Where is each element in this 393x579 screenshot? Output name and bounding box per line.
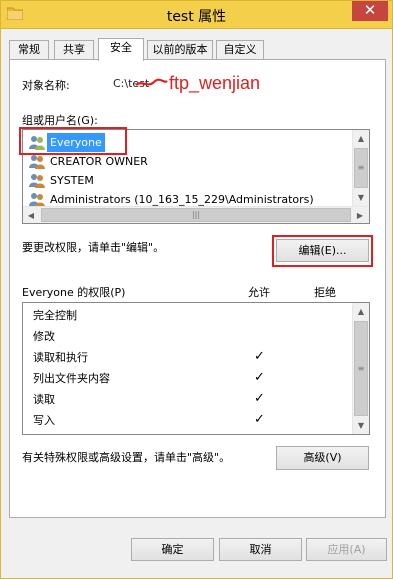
groups-vertical-scrollbar[interactable]: ▲ ≡ ▼ [352,130,369,206]
apply-button[interactable]: 应用(A) [306,538,387,561]
users-icon [29,174,45,188]
tab-security[interactable]: 安全 [98,38,144,61]
tab-previous-versions[interactable]: 以前的版本 [147,40,213,60]
scroll-down-icon[interactable]: ▼ [353,189,369,206]
scroll-thumb[interactable]: ≡ [354,321,368,416]
ok-button[interactable]: 确定 [131,538,214,561]
edit-hint: 要更改权限，请单击"编辑"。 [22,241,165,254]
tab-sharing[interactable]: 共享 [54,40,94,60]
allow-header: 允许 [248,286,270,299]
annotation-highlight-edit [272,235,373,267]
scroll-up-icon[interactable]: ▲ [353,130,369,147]
permission-row: 完全控制 [33,309,77,322]
groups-horizontal-scrollbar[interactable]: ◀ ||| ▶ [23,206,369,223]
allow-check-icon: ✓ [254,391,265,406]
properties-dialog: test 属性 ✕ 常规 共享 安全 以前的版本 自定义 对象名称: C:\te… [0,0,393,579]
permission-row: 写入 [33,414,55,427]
scroll-down-icon[interactable]: ▼ [353,417,369,434]
allow-check-icon: ✓ [254,370,265,385]
scroll-thumb[interactable]: ≡ [354,148,368,188]
redaction-scribble [135,78,168,86]
advanced-hint: 有关特殊权限或高级设置，请单击"高级"。 [22,451,231,464]
group-name: SYSTEM [50,174,94,187]
groups-label: 组或用户名(G): [22,114,98,127]
annotation-highlight-everyone [19,127,127,155]
users-icon [29,155,45,169]
permissions-title: Everyone 的权限(P) [22,286,126,299]
allow-check-icon: ✓ [254,412,265,427]
permissions-listbox: 完全控制 修改 读取和执行 列出文件夹内容 读取 写入 ✓ ✓ ✓ ✓ ▲ ≡ … [22,302,370,435]
close-button[interactable]: ✕ [352,1,388,21]
scroll-right-icon[interactable]: ▶ [352,207,368,223]
title-bar[interactable]: test 属性 ✕ [1,1,392,29]
object-name-label: 对象名称: [22,79,70,92]
deny-header: 拒绝 [314,286,336,299]
tab-customize[interactable]: 自定义 [216,40,264,60]
allow-check-icon: ✓ [254,349,265,364]
horizontal-scroll-thumb[interactable]: ||| [41,208,351,222]
scroll-left-icon[interactable]: ◀ [23,207,39,223]
security-panel: 对象名称: C:\test ftp_wenjian 组或用户名(G): Ever… [9,59,386,518]
cancel-button[interactable]: 取消 [219,538,302,561]
advanced-button[interactable]: 高级(V) [276,446,369,470]
permission-row: 读取和执行 [33,351,88,364]
permission-row: 列出文件夹内容 [33,372,110,385]
window-title: test 属性 [166,9,227,25]
permissions-vertical-scrollbar[interactable]: ▲ ≡ ▼ [352,303,369,434]
tab-general[interactable]: 常规 [9,40,49,60]
permission-row: 读取 [33,393,55,406]
permission-row: 修改 [33,330,55,343]
users-icon [29,193,45,207]
scroll-up-icon[interactable]: ▲ [353,303,369,320]
annotation-text: ftp_wenjian [169,73,261,93]
